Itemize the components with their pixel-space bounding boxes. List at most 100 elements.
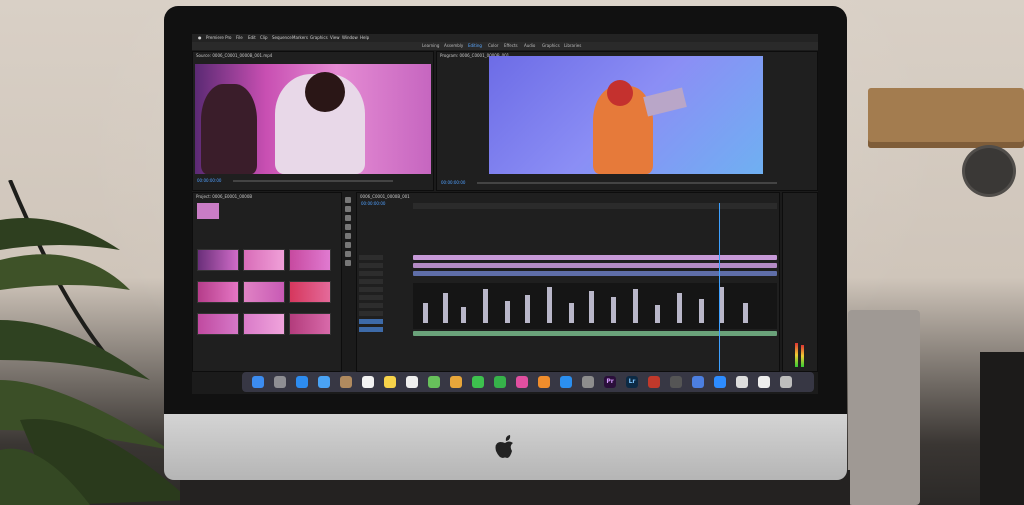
- video-clip-v1[interactable]: [413, 271, 777, 276]
- program-scrubber[interactable]: [477, 182, 777, 184]
- track-select-tool-icon[interactable]: [345, 206, 351, 212]
- apple-menu-icon[interactable]: ●: [198, 34, 202, 42]
- screenshot-icon[interactable]: [736, 376, 748, 388]
- workspace-tab[interactable]: Effects: [504, 42, 518, 50]
- app-store-icon[interactable]: [560, 376, 572, 388]
- track-header[interactable]: [359, 287, 383, 292]
- source-panel-title[interactable]: Source: 0006_C0001_0000B_001.mp4: [196, 52, 272, 59]
- video-clip-v2[interactable]: [413, 263, 777, 268]
- clip-thumbnail[interactable]: [197, 249, 239, 271]
- project-panel-title[interactable]: Project: 0006_E0001_0000B: [196, 193, 252, 200]
- clip-thumbnail[interactable]: [197, 313, 239, 335]
- menu-clip[interactable]: Clip: [260, 34, 268, 42]
- safari-icon[interactable]: [296, 376, 308, 388]
- messages-icon[interactable]: [472, 376, 484, 388]
- audio-clip[interactable]: [569, 303, 574, 323]
- track-header[interactable]: [359, 279, 383, 284]
- notes-icon[interactable]: [384, 376, 396, 388]
- reminders-icon[interactable]: [406, 376, 418, 388]
- track-header-active[interactable]: [359, 319, 383, 324]
- audio-clip[interactable]: [699, 299, 704, 323]
- pen-tool-icon[interactable]: [345, 242, 351, 248]
- clip-thumbnail[interactable]: [289, 313, 331, 335]
- audio-clip[interactable]: [525, 295, 530, 323]
- audio-clip[interactable]: [611, 297, 616, 323]
- time-ruler[interactable]: [413, 203, 777, 209]
- audio-clip[interactable]: [655, 305, 660, 323]
- track-header[interactable]: [359, 303, 383, 308]
- calendar-icon[interactable]: [362, 376, 374, 388]
- app-menu[interactable]: Premiere Pro: [206, 34, 231, 42]
- ripple-edit-tool-icon[interactable]: [345, 215, 351, 221]
- audio-clip[interactable]: [423, 303, 428, 323]
- playhead[interactable]: [719, 203, 720, 371]
- clip-thumbnail[interactable]: [289, 249, 331, 271]
- maps-icon[interactable]: [428, 376, 440, 388]
- menu-view[interactable]: View: [330, 34, 340, 42]
- clip-thumbnail[interactable]: [197, 281, 239, 303]
- contacts-icon[interactable]: [340, 376, 352, 388]
- menu-markers[interactable]: Markers: [292, 34, 308, 42]
- track-header[interactable]: [359, 271, 383, 276]
- workspace-tab[interactable]: Libraries: [564, 42, 581, 50]
- photos-icon[interactable]: [450, 376, 462, 388]
- razor-tool-icon[interactable]: [345, 224, 351, 230]
- music-track-clip[interactable]: [413, 331, 777, 336]
- track-header[interactable]: [359, 255, 383, 260]
- track-header-active[interactable]: [359, 327, 383, 332]
- workspace-tab[interactable]: Color: [488, 42, 498, 50]
- utility-icon[interactable]: [670, 376, 682, 388]
- audio-clip[interactable]: [547, 287, 552, 323]
- menu-window[interactable]: Window: [342, 34, 358, 42]
- track-header[interactable]: [359, 263, 383, 268]
- audio-clip[interactable]: [743, 303, 748, 323]
- track-header[interactable]: [359, 311, 383, 316]
- clip-thumbnail[interactable]: [289, 281, 331, 303]
- person-head: [607, 80, 633, 106]
- audio-clip[interactable]: [443, 293, 448, 323]
- menu-file[interactable]: File: [236, 34, 243, 42]
- slip-tool-icon[interactable]: [345, 233, 351, 239]
- source-scrubber[interactable]: [233, 180, 393, 182]
- workspace-tab[interactable]: Graphics: [542, 42, 560, 50]
- audio-clip[interactable]: [483, 289, 488, 323]
- system-preferences-icon[interactable]: [582, 376, 594, 388]
- timeline-panel-title[interactable]: 0006_C0001_0000B_001: [360, 193, 410, 200]
- audio-clip[interactable]: [505, 301, 510, 323]
- video-clip-v3[interactable]: [413, 255, 777, 260]
- workspace-tab-active[interactable]: Editing: [468, 42, 482, 50]
- workspace-tab[interactable]: Audio: [524, 42, 535, 50]
- hand-tool-icon[interactable]: [345, 251, 351, 257]
- menu-sequence[interactable]: Sequence: [272, 34, 292, 42]
- clip-thumbnail[interactable]: [243, 313, 285, 335]
- itunes-icon[interactable]: [516, 376, 528, 388]
- timeline-panel: 0006_C0001_0000B_001 00:00:00:00: [356, 192, 780, 372]
- audio-clip[interactable]: [677, 293, 682, 323]
- premiere-pro-icon[interactable]: Pr: [604, 376, 616, 388]
- workspace-tab[interactable]: Learning: [422, 42, 439, 50]
- mail-icon[interactable]: [318, 376, 330, 388]
- downloads-icon[interactable]: [692, 376, 704, 388]
- menu-graphics[interactable]: Graphics: [310, 34, 328, 42]
- photo-booth-icon[interactable]: [648, 376, 660, 388]
- selection-tool-icon[interactable]: [345, 197, 351, 203]
- menu-edit[interactable]: Edit: [248, 34, 256, 42]
- menu-help[interactable]: Help: [360, 34, 369, 42]
- launchpad-icon[interactable]: [274, 376, 286, 388]
- documents-icon[interactable]: [758, 376, 770, 388]
- bin-thumbnail[interactable]: [197, 203, 219, 219]
- clip-thumbnail[interactable]: [243, 281, 285, 303]
- books-icon[interactable]: [538, 376, 550, 388]
- audio-clip[interactable]: [461, 307, 466, 323]
- type-tool-icon[interactable]: [345, 260, 351, 266]
- lightroom-icon[interactable]: Lr: [626, 376, 638, 388]
- zoom-icon[interactable]: [714, 376, 726, 388]
- clip-thumbnail[interactable]: [243, 249, 285, 271]
- track-header[interactable]: [359, 295, 383, 300]
- facetime-icon[interactable]: [494, 376, 506, 388]
- finder-icon[interactable]: [252, 376, 264, 388]
- audio-clip[interactable]: [633, 289, 638, 323]
- trash-icon[interactable]: [780, 376, 792, 388]
- audio-clip[interactable]: [589, 291, 594, 323]
- workspace-tab[interactable]: Assembly: [444, 42, 463, 50]
